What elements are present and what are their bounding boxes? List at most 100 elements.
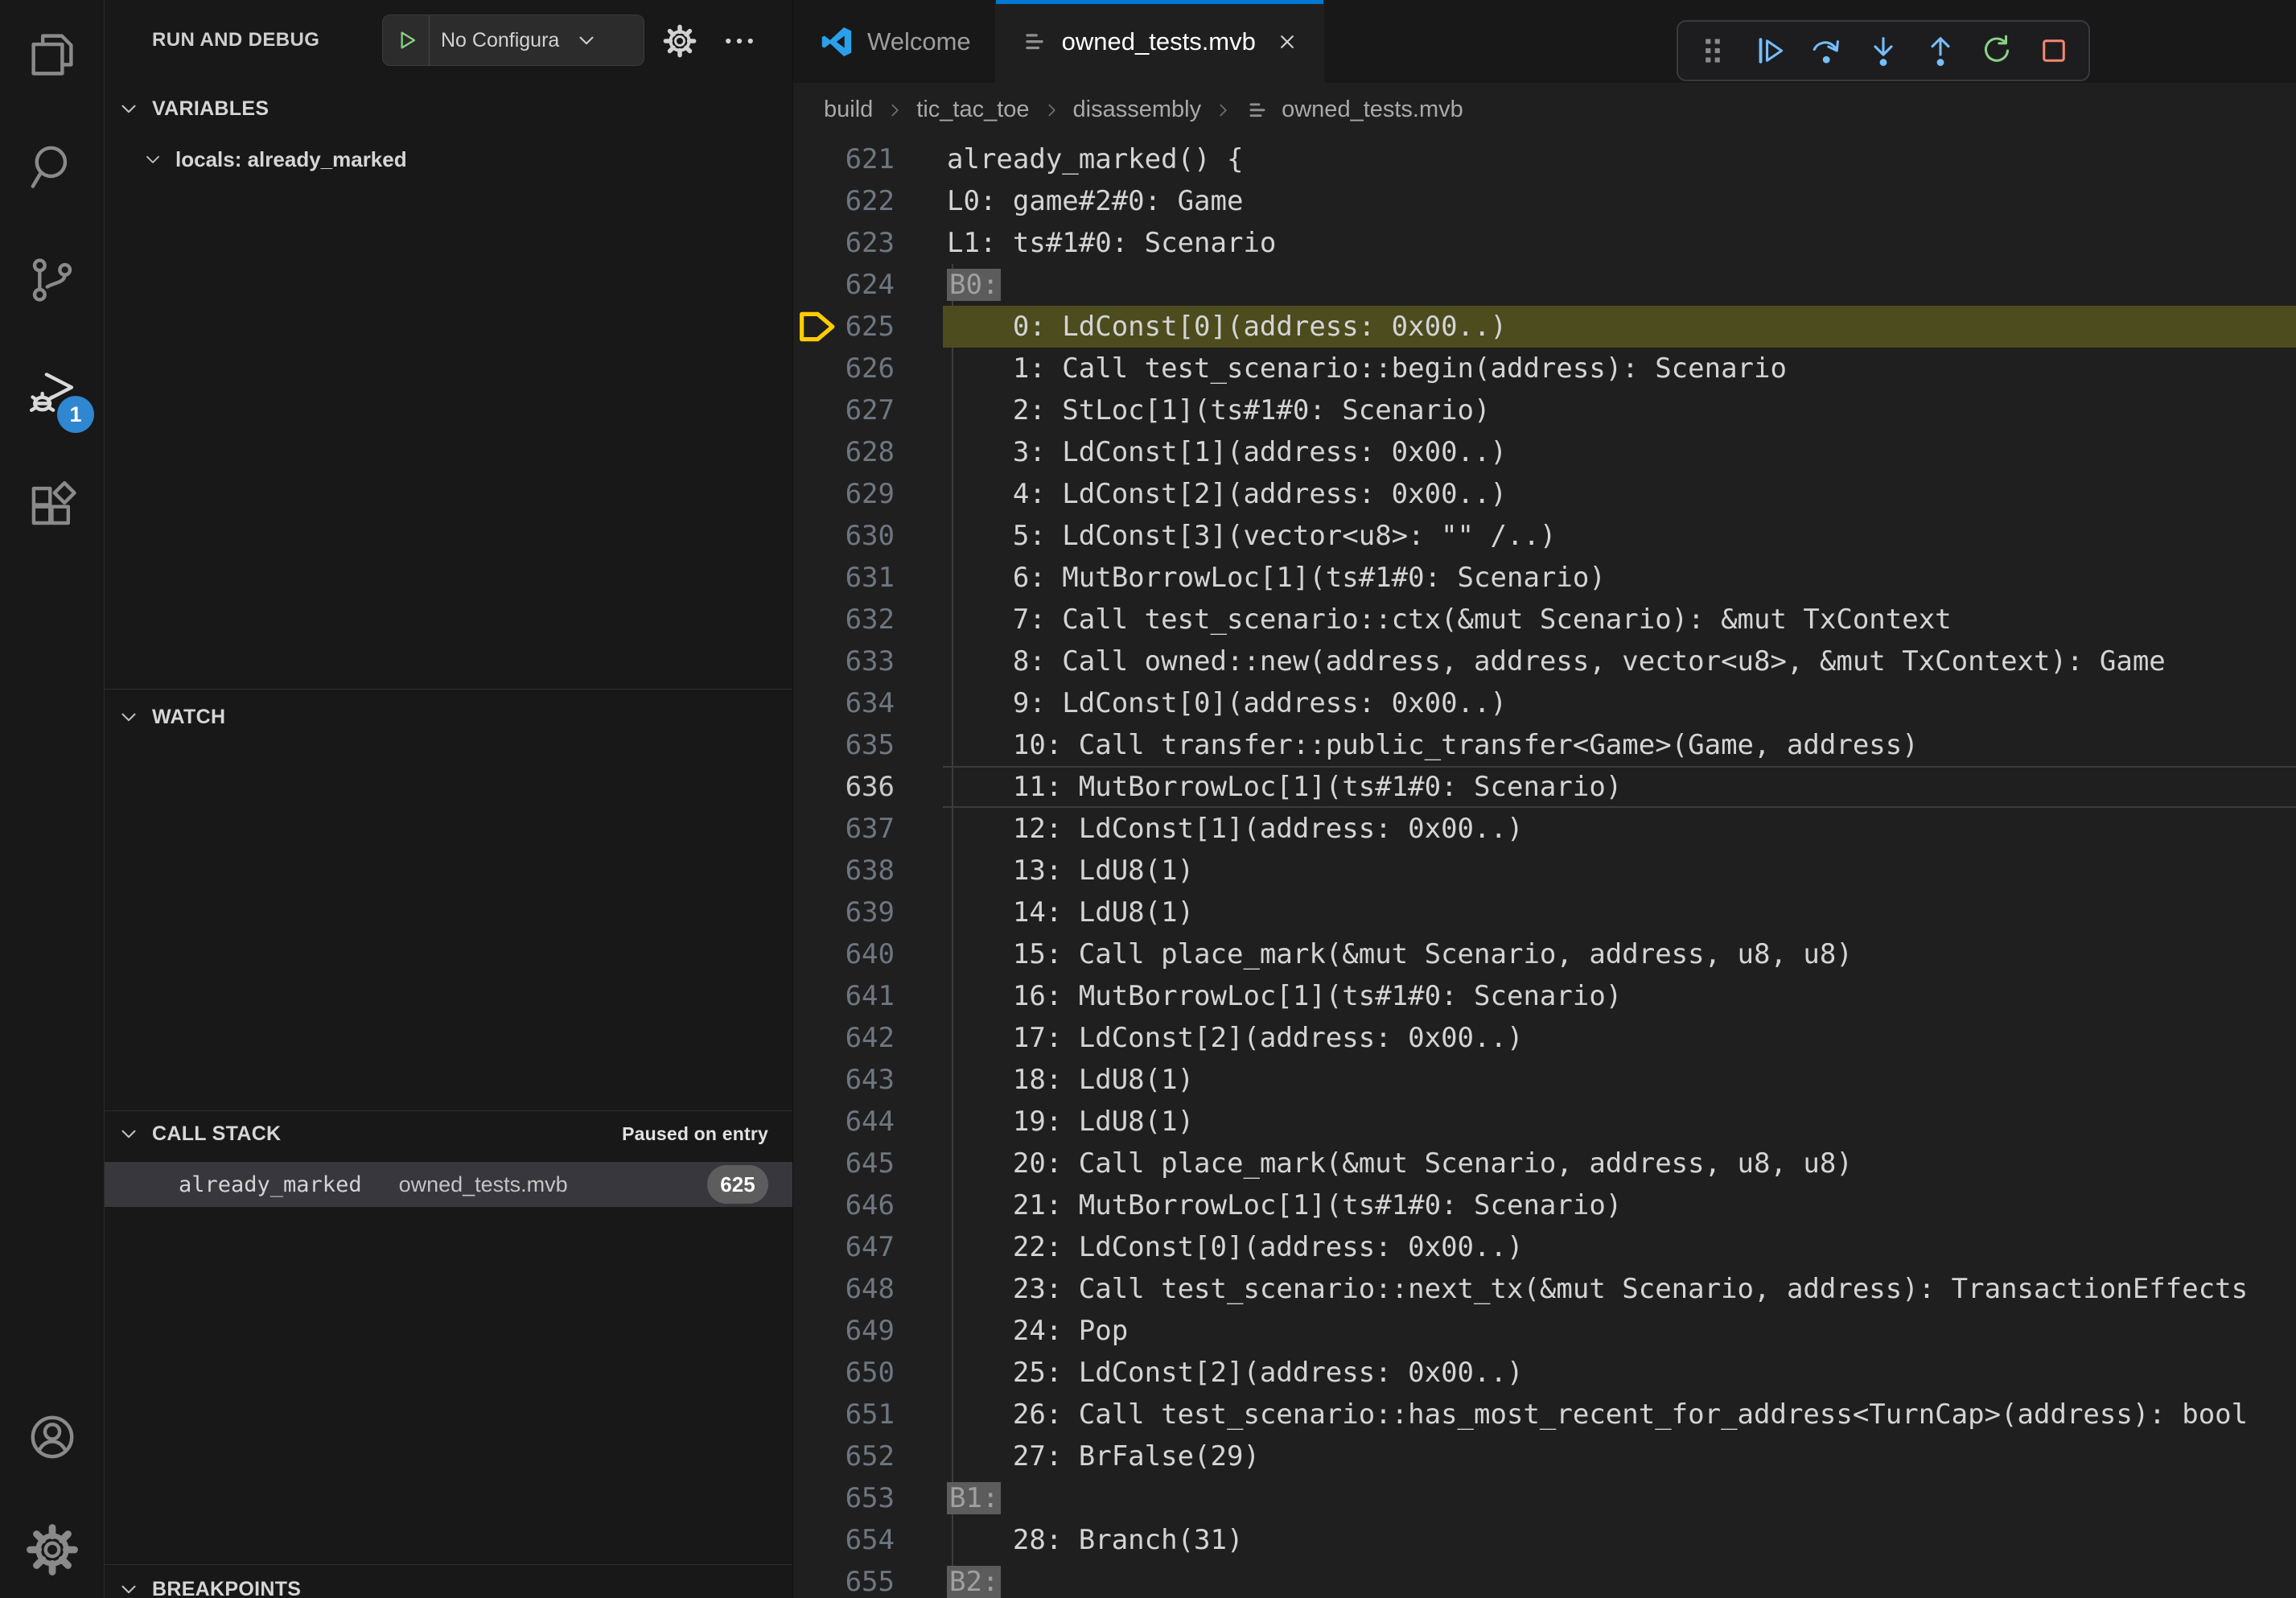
- code-text[interactable]: 15: Call place_mark(&mut Scenario, addre…: [947, 933, 1853, 975]
- code-text[interactable]: 7: Call test_scenario::ctx(&mut Scenario…: [947, 599, 1952, 640]
- stop-button[interactable]: [2029, 26, 2079, 76]
- code-text[interactable]: 2: StLoc[1](ts#1#0: Scenario): [947, 389, 1491, 431]
- line-number[interactable]: 646: [793, 1184, 895, 1226]
- restart-button[interactable]: [1972, 26, 2022, 76]
- line-number[interactable]: 652: [793, 1435, 895, 1477]
- code-text[interactable]: L0: game#2#0: Game: [947, 180, 1243, 222]
- code-line: 635 10: Call transfer::public_transfer<G…: [793, 724, 2296, 766]
- code-text[interactable]: 26: Call test_scenario::has_most_recent_…: [947, 1394, 2248, 1435]
- code-line: 643 18: LdU8(1): [793, 1059, 2296, 1101]
- code-text[interactable]: 28: Branch(31): [947, 1519, 1243, 1561]
- activity-item-explorer[interactable]: [0, 0, 104, 113]
- code-text[interactable]: 3: LdConst[1](address: 0x00..): [947, 431, 1507, 473]
- line-number[interactable]: 637: [793, 808, 895, 850]
- call-stack-frame[interactable]: already_markedowned_tests.mvb625: [105, 1162, 792, 1207]
- code-text[interactable]: 19: LdU8(1): [947, 1101, 1194, 1143]
- line-number[interactable]: 649: [793, 1310, 895, 1352]
- step-over-button[interactable]: [1801, 26, 1851, 76]
- line-number[interactable]: 624: [793, 264, 895, 306]
- code-text[interactable]: 18: LdU8(1): [947, 1059, 1194, 1101]
- line-number[interactable]: 642: [793, 1017, 895, 1059]
- start-debugging-play-icon[interactable]: [383, 15, 430, 65]
- line-number[interactable]: 635: [793, 724, 895, 766]
- activity-item-run-and-debug[interactable]: 1: [0, 338, 104, 451]
- code-text[interactable]: 23: Call test_scenario::next_tx(&mut Sce…: [947, 1268, 2248, 1310]
- variables-section-header[interactable]: VARIABLES: [105, 89, 792, 129]
- code-text[interactable]: 4: LdConst[2](address: 0x00..): [947, 473, 1507, 515]
- explorer-icon: [26, 28, 79, 85]
- code-text[interactable]: 24: Pop: [947, 1310, 1128, 1352]
- line-number[interactable]: 623: [793, 222, 895, 264]
- code-text[interactable]: 27: BrFalse(29): [947, 1435, 1260, 1477]
- code-text[interactable]: 10: Call transfer::public_transfer<Game>…: [947, 724, 1919, 766]
- code-text[interactable]: B0:: [947, 264, 1001, 306]
- variables-scope-locals[interactable]: locals: already_marked: [105, 140, 792, 179]
- code-line: 644 19: LdU8(1): [793, 1101, 2296, 1143]
- debug-toolbar: [1677, 20, 2090, 81]
- line-number[interactable]: 655: [793, 1561, 895, 1598]
- line-number[interactable]: 651: [793, 1394, 895, 1435]
- continue-button[interactable]: [1745, 26, 1795, 76]
- line-number[interactable]: 650: [793, 1352, 895, 1394]
- code-text[interactable]: L1: ts#1#0: Scenario: [947, 222, 1276, 264]
- step-into-button[interactable]: [1858, 26, 1908, 76]
- debug-configuration-dropdown[interactable]: No Configura: [382, 14, 644, 66]
- code-text[interactable]: 1: Call test_scenario::begin(address): S…: [947, 348, 1787, 389]
- code-text[interactable]: B2:: [947, 1561, 1001, 1598]
- activity-item-extensions[interactable]: [0, 451, 104, 563]
- code-text[interactable]: 11: MutBorrowLoc[1](ts#1#0: Scenario): [947, 766, 1622, 808]
- line-number[interactable]: 645: [793, 1143, 895, 1184]
- activity-item-settings[interactable]: [0, 1495, 104, 1598]
- line-number[interactable]: 647: [793, 1226, 895, 1268]
- code-text[interactable]: already_marked() {: [947, 138, 1243, 180]
- line-number[interactable]: 632: [793, 599, 895, 640]
- code-text[interactable]: B1:: [947, 1477, 1001, 1519]
- activity-item-account[interactable]: [0, 1382, 104, 1495]
- code-line: 633 8: Call owned::new(address, address,…: [793, 640, 2296, 682]
- line-number[interactable]: 621: [793, 138, 895, 180]
- code-text[interactable]: 13: LdU8(1): [947, 850, 1194, 892]
- line-number[interactable]: 643: [793, 1059, 895, 1101]
- line-number[interactable]: 626: [793, 348, 895, 389]
- line-number[interactable]: 640: [793, 933, 895, 975]
- code-text[interactable]: 9: LdConst[0](address: 0x00..): [947, 682, 1507, 724]
- code-text[interactable]: 5: LdConst[3](vector<u8>: "" /..): [947, 515, 1556, 557]
- code-text[interactable]: 14: LdU8(1): [947, 892, 1194, 933]
- more-actions-icon[interactable]: [718, 19, 761, 63]
- line-number[interactable]: 631: [793, 557, 895, 599]
- code-text[interactable]: 12: LdConst[1](address: 0x00..): [947, 808, 1523, 850]
- line-number[interactable]: 639: [793, 892, 895, 933]
- line-number[interactable]: 636: [793, 766, 895, 808]
- line-number[interactable]: 627: [793, 389, 895, 431]
- line-number[interactable]: 622: [793, 180, 895, 222]
- line-number[interactable]: 648: [793, 1268, 895, 1310]
- step-out-button[interactable]: [1915, 26, 1965, 76]
- line-number[interactable]: 644: [793, 1101, 895, 1143]
- line-number[interactable]: 630: [793, 515, 895, 557]
- code-text[interactable]: 21: MutBorrowLoc[1](ts#1#0: Scenario): [947, 1184, 1622, 1226]
- code-text[interactable]: 0: LdConst[0](address: 0x00..): [947, 306, 1507, 348]
- code-text[interactable]: 16: MutBorrowLoc[1](ts#1#0: Scenario): [947, 975, 1622, 1017]
- code-text[interactable]: 25: LdConst[2](address: 0x00..): [947, 1352, 1523, 1394]
- line-number[interactable]: 638: [793, 850, 895, 892]
- code-line: 641 16: MutBorrowLoc[1](ts#1#0: Scenario…: [793, 975, 2296, 1017]
- activity-item-source-control[interactable]: [0, 225, 104, 338]
- line-number[interactable]: 641: [793, 975, 895, 1017]
- code-text[interactable]: 8: Call owned::new(address, address, vec…: [947, 640, 2166, 682]
- code-text[interactable]: 22: LdConst[0](address: 0x00..): [947, 1226, 1523, 1268]
- line-number[interactable]: 634: [793, 682, 895, 724]
- call-stack-section-header[interactable]: CALL STACK Paused on entry: [105, 1114, 792, 1154]
- watch-section-header[interactable]: WATCH: [105, 697, 792, 737]
- line-number[interactable]: 653: [793, 1477, 895, 1519]
- code-text[interactable]: 20: Call place_mark(&mut Scenario, addre…: [947, 1143, 1853, 1184]
- activity-item-search[interactable]: [0, 113, 104, 225]
- line-number[interactable]: 654: [793, 1519, 895, 1561]
- code-text[interactable]: 6: MutBorrowLoc[1](ts#1#0: Scenario): [947, 557, 1606, 599]
- line-number[interactable]: 628: [793, 431, 895, 473]
- code-text[interactable]: 17: LdConst[2](address: 0x00..): [947, 1017, 1523, 1059]
- breakpoints-section-header[interactable]: BREAKPOINTS: [105, 1569, 792, 1598]
- gear-icon[interactable]: [658, 19, 702, 63]
- drag-grip-handle[interactable]: [1688, 26, 1738, 76]
- line-number[interactable]: 633: [793, 640, 895, 682]
- line-number[interactable]: 629: [793, 473, 895, 515]
